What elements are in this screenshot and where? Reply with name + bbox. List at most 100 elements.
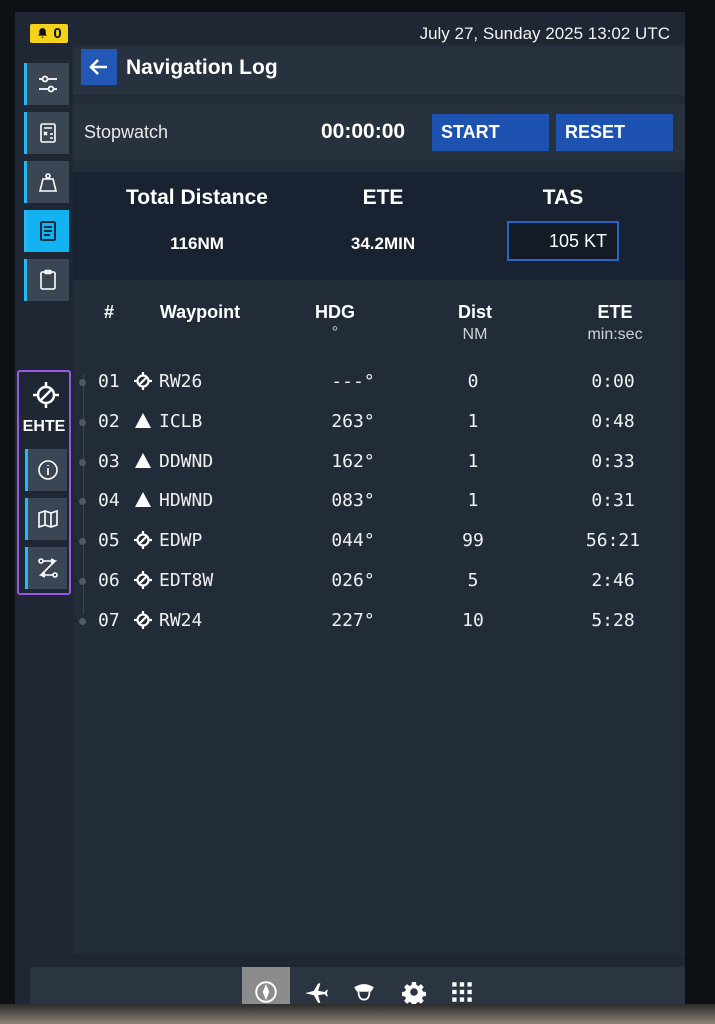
airport-target-icon[interactable] — [31, 380, 61, 410]
nav-log-icon — [40, 221, 56, 241]
row-heading: 026° — [331, 570, 375, 591]
row-waypoint-name: ICLB — [159, 410, 203, 432]
app-screen: 0 July 27, Sunday 2025 13:02 UTC EHTE Na… — [15, 12, 685, 1004]
row-heading: ---° — [331, 371, 375, 392]
col-header-dist: Dist — [457, 302, 492, 322]
page-title: Navigation Log — [126, 56, 278, 79]
col-unit-ete: min:sec — [587, 326, 643, 343]
apps-grid-icon — [452, 981, 472, 1002]
airport-group: EHTE — [17, 370, 71, 595]
total-distance-label: Total Distance — [126, 186, 268, 209]
row-distance: 0 — [467, 371, 479, 392]
trip-summary: Total Distance 116NM ETE 34.2MIN TAS 105… — [73, 172, 685, 280]
alert-badge[interactable]: 0 — [30, 24, 68, 43]
timeline-dot — [79, 458, 86, 466]
stopwatch-label: Stopwatch — [84, 122, 169, 142]
table-row[interactable]: 06 EDT8W 026° 5 2:46 — [73, 566, 685, 606]
alert-count: 0 — [53, 25, 62, 42]
page-header: Navigation Log — [73, 47, 685, 95]
ete-value: 34.2MIN — [350, 234, 416, 253]
row-ete: 5:28 — [591, 609, 635, 631]
table-row[interactable]: 05 EDWP 044° 99 56:21 — [73, 526, 685, 566]
row-waypoint-name: RW24 — [159, 609, 203, 631]
timeline-dot — [79, 379, 86, 386]
airport-info-button[interactable] — [25, 449, 67, 491]
bottom-nav — [30, 967, 685, 1004]
row-number: 01 — [98, 371, 120, 392]
timeline-dot — [79, 418, 86, 426]
row-ete: 0:31 — [591, 490, 635, 512]
row-number: 05 — [98, 530, 120, 552]
row-ete: 56:21 — [585, 530, 641, 552]
nav-settings-button[interactable] — [390, 967, 438, 1004]
col-unit-hdg: ° — [331, 324, 339, 341]
row-waypoint-name: EDWP — [159, 530, 203, 552]
info-icon — [37, 460, 58, 480]
row-distance: 99 — [462, 530, 484, 552]
row-waypoint-name: HDWND — [159, 490, 214, 512]
total-distance-value: 116NM — [170, 234, 224, 253]
clipboard-icon-button[interactable] — [24, 259, 69, 301]
waypoint-triangle-icon — [135, 492, 151, 508]
weight-icon — [38, 173, 58, 192]
airport-icon — [134, 372, 152, 390]
compass-icon — [255, 980, 277, 1003]
pilot-icon — [354, 983, 374, 1000]
row-waypoint-name: RW26 — [159, 371, 203, 392]
bell-icon — [38, 28, 48, 38]
row-heading: 162° — [331, 450, 375, 472]
airport-map-button[interactable] — [25, 498, 67, 540]
airport-icon — [134, 610, 152, 629]
calculator-icon-button[interactable] — [24, 112, 69, 154]
gear-icon — [401, 981, 426, 1004]
waypoint-triangle-icon — [135, 452, 151, 468]
nav-pilot-button[interactable] — [340, 967, 388, 1004]
nav-compass-button[interactable] — [242, 967, 290, 1004]
weight-icon-button[interactable] — [24, 161, 69, 203]
timeline-dot — [79, 578, 86, 585]
device-bezel-bottom — [0, 1004, 715, 1024]
table-row[interactable]: 07 RW24 227° 10 5:28 — [73, 606, 685, 646]
timeline-dot — [79, 538, 86, 546]
back-button[interactable] — [81, 49, 117, 85]
row-distance: 1 — [467, 410, 479, 432]
airplane-icon — [305, 982, 328, 1003]
sliders-icon-button[interactable] — [24, 63, 69, 105]
row-number: 06 — [98, 570, 120, 591]
table-row[interactable]: 01 RW26 ---° 0 0:00 — [73, 367, 685, 407]
airport-route-button[interactable] — [25, 547, 67, 589]
nav-apps-button[interactable] — [438, 967, 486, 1004]
row-number: 04 — [98, 490, 120, 512]
row-heading: 083° — [331, 490, 375, 512]
table-row[interactable]: 02 ICLB 263° 1 0:48 — [73, 407, 685, 447]
timeline-dot — [79, 498, 86, 506]
stopwatch-time: 00:00:00 — [321, 120, 406, 143]
row-heading: 227° — [331, 609, 375, 631]
col-header-hdg: HDG — [315, 302, 355, 322]
tas-input[interactable]: 105 KT — [507, 221, 619, 261]
row-heading: 044° — [331, 530, 375, 552]
table-row[interactable]: 03 DDWND 162° 1 0:33 — [73, 447, 685, 487]
row-ete: 2:46 — [591, 570, 635, 591]
reset-button[interactable]: RESET — [556, 114, 673, 151]
start-button[interactable]: START — [432, 114, 549, 151]
ete-label: ETE — [362, 186, 404, 209]
clipboard-icon — [40, 269, 56, 290]
row-ete: 0:00 — [591, 371, 635, 392]
tas-label: TAS — [542, 186, 584, 209]
map-icon — [37, 509, 58, 529]
stopwatch-panel: Stopwatch 00:00:00 START RESET — [73, 104, 685, 160]
row-ete: 0:48 — [591, 410, 635, 432]
sliders-icon — [39, 75, 57, 93]
airport-code: EHTE — [22, 418, 66, 435]
col-unit-dist: NM — [462, 326, 488, 343]
row-waypoint-name: EDT8W — [159, 570, 214, 591]
col-header-ete: ETE — [597, 302, 633, 322]
col-header-num: # — [103, 302, 114, 322]
nav-log-icon-button[interactable] — [24, 210, 69, 252]
row-waypoint-name: DDWND — [159, 450, 214, 472]
nav-airplane-button[interactable] — [292, 967, 340, 1004]
table-row[interactable]: 04 HDWND 083° 1 0:31 — [73, 486, 685, 526]
row-distance: 5 — [467, 570, 479, 591]
waypoint-triangle-icon — [135, 412, 151, 428]
